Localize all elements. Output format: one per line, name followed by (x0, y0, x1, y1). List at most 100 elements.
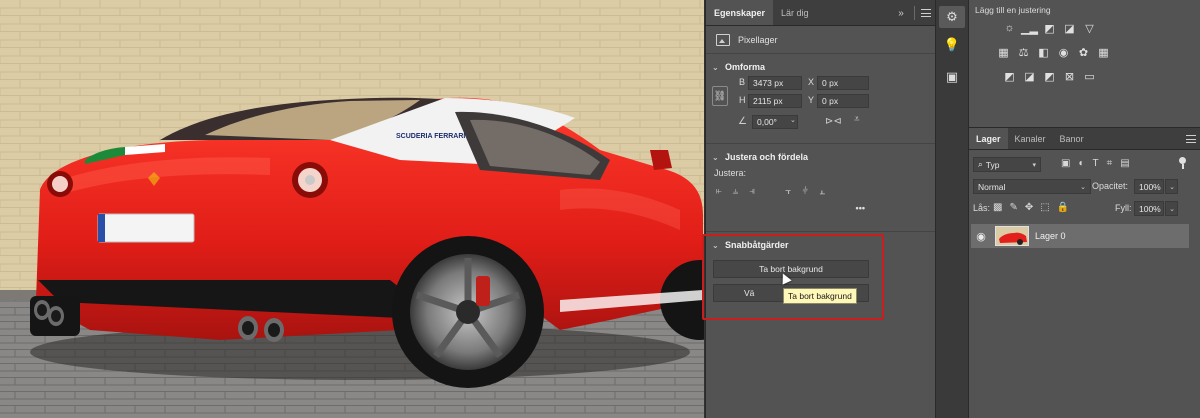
filter-pixel-icon[interactable]: ▣ (1061, 158, 1070, 169)
link-icon[interactable]: ⛓ (712, 86, 728, 106)
align-section: ⌄ Justera och fördela Justera: ⫦ ⫨ ⫣ ⫟ ⫩… (706, 144, 935, 232)
opacity-slider-toggle[interactable]: ⌄ (1165, 179, 1178, 194)
car-photo: SCUDERIA FERRARI (0, 0, 704, 418)
adjustments-title: Lägg till en justering (975, 5, 1051, 15)
align-subtitle: Justera: (714, 168, 747, 178)
tab-paths[interactable]: Banor (1053, 128, 1091, 149)
color-lookup-icon[interactable]: ▦ (1097, 46, 1110, 59)
quick-actions-title: Snabbåtgärder (725, 240, 789, 250)
filter-toggle-icon[interactable] (1179, 157, 1186, 169)
align-right-icon[interactable]: ⫣ (749, 186, 755, 197)
angle-icon: ∠ (738, 116, 747, 127)
properties-tabbar: Egenskaper Lär dig » (706, 0, 935, 26)
photo-filter-icon[interactable]: ◉ (1057, 46, 1070, 59)
curves-icon[interactable]: ◩ (1043, 22, 1056, 35)
remove-background-button[interactable]: Ta bort bakgrund (713, 260, 869, 278)
tab-channels[interactable]: Kanaler (1008, 128, 1053, 149)
hue-saturation-icon[interactable]: ▦ (997, 46, 1010, 59)
blend-mode-dropdown[interactable]: Normal ⌄ (973, 179, 1091, 194)
vibrance-icon[interactable]: ▽ (1083, 22, 1096, 35)
channel-mixer-icon[interactable]: ✿ (1077, 46, 1090, 59)
lock-label: Lås: (973, 203, 991, 213)
y-field[interactable]: 0 px (817, 94, 869, 108)
selective-color-icon[interactable]: ⊠ (1063, 70, 1076, 83)
tab-learn[interactable]: Lär dig (773, 0, 817, 25)
flip-vertical-icon[interactable]: ⩡ (854, 114, 860, 125)
search-icon: ⌕ (978, 159, 983, 169)
align-bottom-icon[interactable]: ⫠ (819, 186, 825, 197)
properties-panel: Egenskaper Lär dig » Pixellager ⌄ Omform… (705, 0, 935, 418)
lock-image-icon[interactable]: ✎ (1009, 202, 1017, 213)
opacity-field[interactable]: 100% (1134, 179, 1164, 194)
color-balance-icon[interactable]: ⚖ (1017, 46, 1030, 59)
decal-text: SCUDERIA FERRARI (396, 133, 465, 140)
pixel-layer-icon (716, 33, 730, 46)
transform-title: Omforma (725, 62, 766, 72)
learn-bulb-icon[interactable]: 💡 (939, 34, 965, 56)
align-header[interactable]: ⌄ Justera och fördela (706, 150, 935, 164)
panel-menu-icon[interactable] (921, 9, 931, 17)
panel-menu-icon[interactable] (1186, 135, 1196, 143)
transform-header[interactable]: ⌄ Omforma (706, 60, 935, 74)
transform-section: ⌄ Omforma ⛓ B 3473 px X 0 px H 2115 px Y… (706, 54, 935, 144)
layer-name[interactable]: Lager 0 (1035, 231, 1066, 241)
lock-all-icon[interactable]: 🔒 (1057, 202, 1069, 213)
x-field[interactable]: 0 px (817, 76, 869, 90)
align-center-v-icon[interactable]: ⫩ (802, 186, 808, 197)
panel-icon-strip: ⚙ 💡 ▣ (935, 0, 969, 418)
blend-mode-value: Normal (978, 181, 1006, 192)
invert-icon[interactable]: ◩ (1003, 70, 1016, 83)
chevron-down-icon: ⌄ (1080, 183, 1086, 191)
layer-row[interactable]: ◉ Lager 0 (971, 224, 1189, 248)
opacity-label: Opacitet: (1092, 181, 1129, 191)
align-top-icon[interactable]: ⫟ (785, 186, 791, 197)
gradient-map-icon[interactable]: ▭ (1083, 70, 1096, 83)
align-center-h-icon[interactable]: ⫨ (733, 186, 739, 197)
chevron-down-icon: ▾ (1032, 161, 1036, 169)
fill-field[interactable]: 100% (1134, 201, 1164, 216)
brightness-icon[interactable]: ☼ (1003, 22, 1016, 34)
filter-kind-value: Typ (985, 159, 1000, 170)
filter-shape-icon[interactable]: ⌗ (1107, 158, 1113, 169)
height-field[interactable]: 2115 px (748, 94, 802, 108)
flip-horizontal-icon[interactable]: ⊳⊲ (825, 116, 842, 127)
visibility-eye-icon[interactable]: ◉ (971, 230, 991, 243)
layer-kind-label: Pixellager (738, 34, 778, 45)
filter-adjustment-icon[interactable]: ◐ (1078, 158, 1084, 169)
lock-position-icon[interactable]: ✥ (1025, 202, 1033, 213)
chevron-down-icon: ⌄ (712, 152, 719, 162)
lock-artboard-icon[interactable]: ⬚ (1040, 202, 1049, 213)
filter-type-icon[interactable]: T (1093, 158, 1099, 169)
align-left-icon[interactable]: ⫦ (716, 186, 722, 197)
fill-slider-toggle[interactable]: ⌄ (1165, 201, 1178, 216)
layers-panel: Lager Kanaler Banor ⌕ Typ ▾ ▣ ◐ T ⌗ ▤ No… (969, 128, 1200, 418)
black-white-icon[interactable]: ◧ (1037, 46, 1050, 59)
tab-properties[interactable]: Egenskaper (706, 0, 774, 25)
double-chevron-right-icon[interactable]: » (894, 6, 908, 20)
fill-label: Fyll: (1115, 203, 1132, 213)
divider (914, 6, 915, 20)
layer-kind-row: Pixellager (706, 26, 935, 54)
libraries-icon[interactable]: ▣ (939, 66, 965, 88)
layer-filter-dropdown[interactable]: ⌕ Typ ▾ (973, 157, 1041, 172)
adjustments-panel: Lägg till en justering ☼ ▁▂ ◩ ◪ ▽ ▦ ⚖ ◧ … (969, 0, 1200, 128)
layer-thumbnail (995, 226, 1029, 246)
posterize-icon[interactable]: ◪ (1023, 70, 1036, 83)
document-canvas[interactable]: SCUDERIA FERRARI (0, 0, 704, 418)
properties-panel-icon[interactable]: ⚙ (939, 6, 965, 28)
tab-layers[interactable]: Lager (969, 128, 1008, 149)
chevron-down-icon: ⌄ (1169, 183, 1175, 191)
more-options-button[interactable]: ••• (706, 203, 935, 213)
threshold-icon[interactable]: ◩ (1043, 70, 1056, 83)
chevron-down-icon: ⌄ (712, 62, 719, 72)
filter-smart-object-icon[interactable]: ▤ (1120, 158, 1129, 169)
layers-tabbar: Lager Kanaler Banor (969, 128, 1200, 150)
chevron-down-icon[interactable]: ⌄ (790, 116, 796, 124)
quick-actions-header[interactable]: ⌄ Snabbåtgärder (706, 238, 935, 252)
width-label: B (739, 77, 746, 87)
width-field[interactable]: 3473 px (748, 76, 802, 90)
exposure-icon[interactable]: ◪ (1063, 22, 1076, 35)
lock-transparent-icon[interactable]: ▩ (993, 202, 1002, 213)
levels-icon[interactable]: ▁▂ (1021, 22, 1038, 35)
tooltip: Ta bort bakgrund (783, 288, 857, 304)
